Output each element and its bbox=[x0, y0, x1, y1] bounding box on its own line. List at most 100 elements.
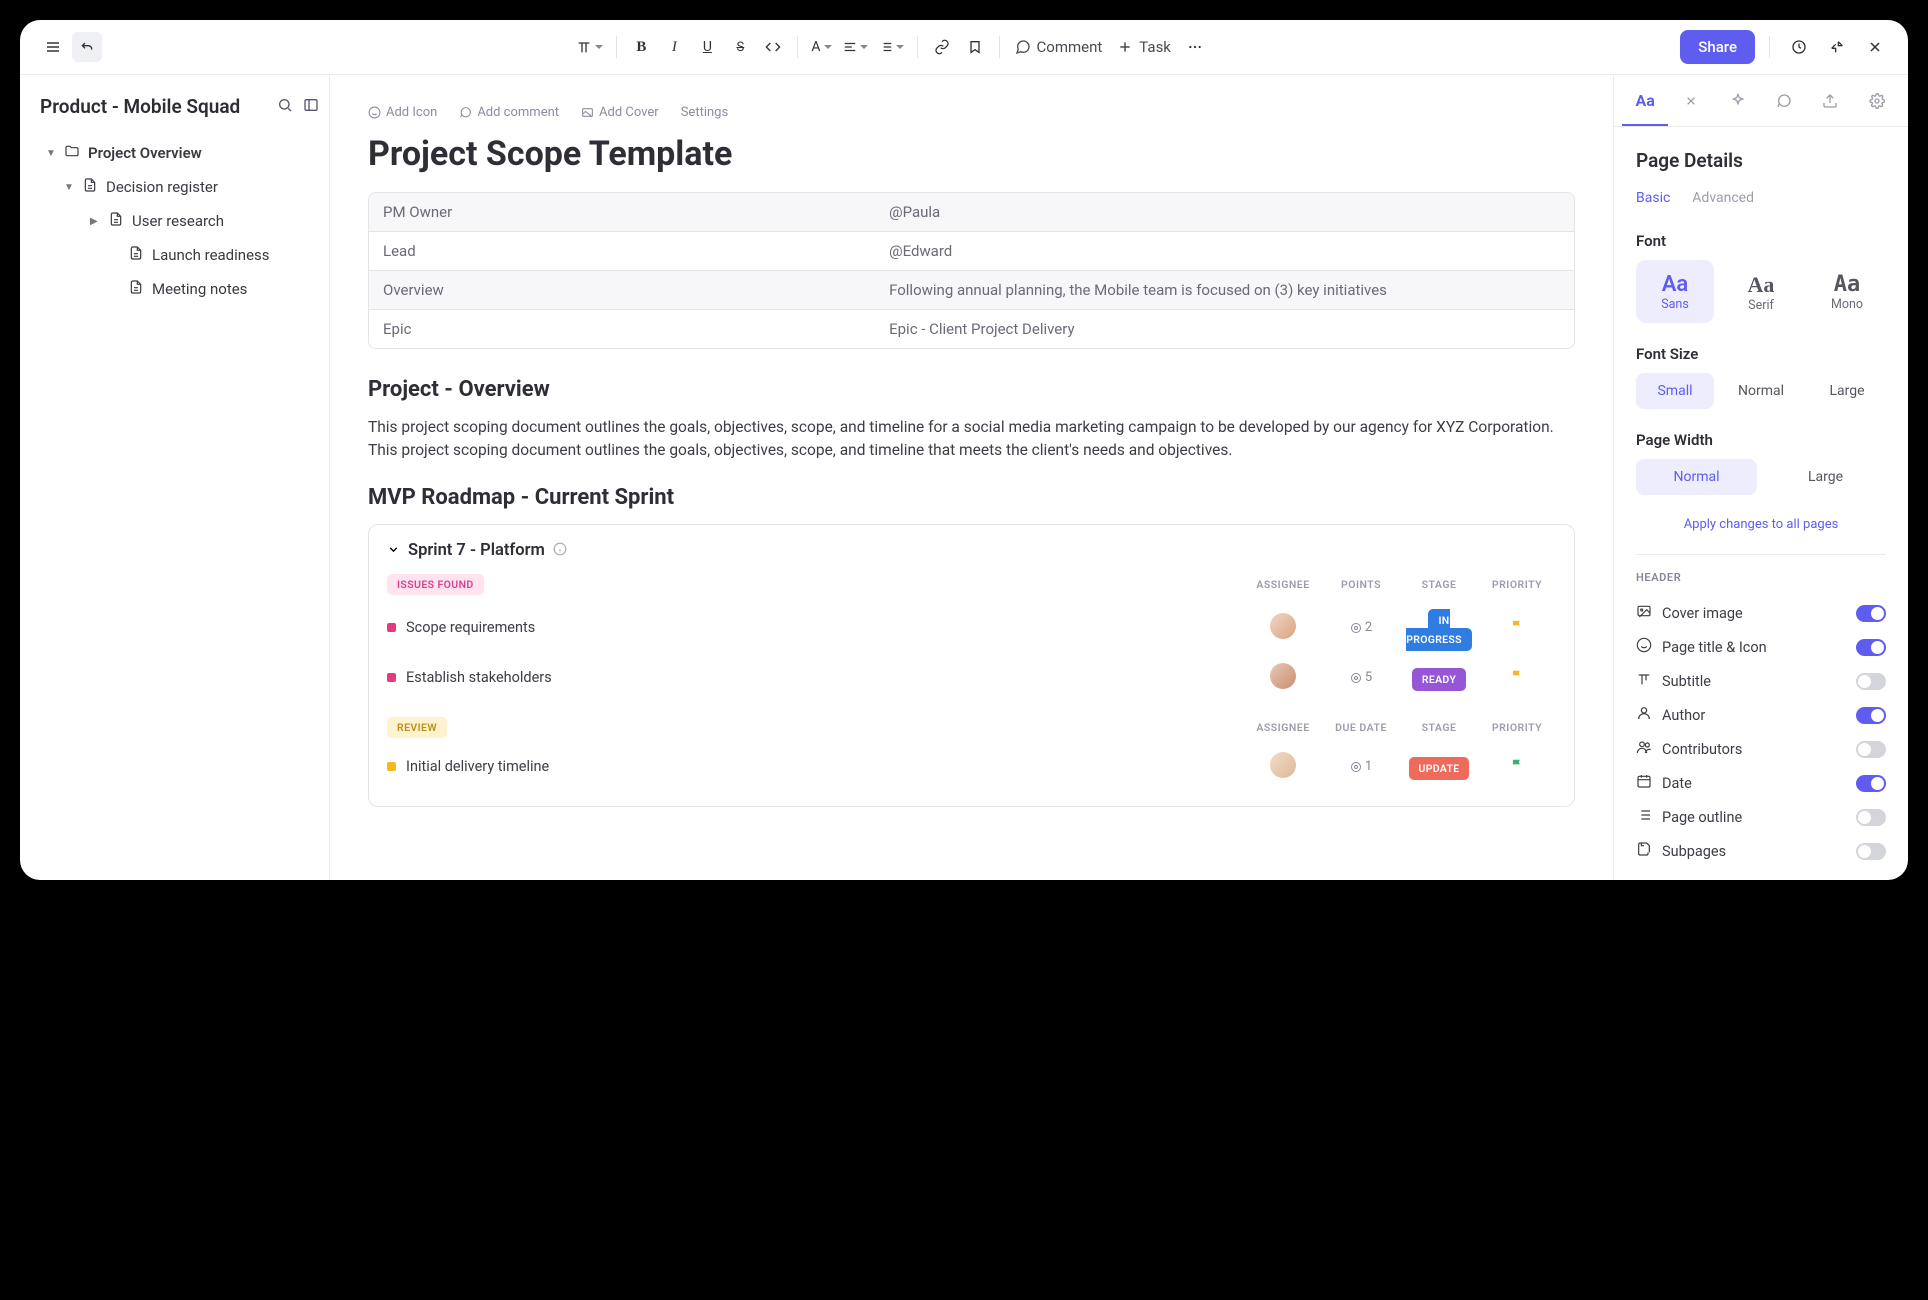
subtab-basic[interactable]: Basic bbox=[1636, 190, 1670, 210]
italic-button[interactable]: I bbox=[659, 32, 689, 62]
sprint-card: Sprint 7 - Platform ISSUES FOUNDASSIGNEE… bbox=[368, 524, 1575, 807]
text-color-dropdown[interactable]: A bbox=[807, 32, 835, 62]
info-key: PM Owner bbox=[369, 193, 875, 231]
avatar[interactable] bbox=[1270, 752, 1296, 778]
app-frame: B I U S A Comment Task bbox=[20, 20, 1908, 880]
toggle-switch[interactable] bbox=[1856, 843, 1886, 860]
info-row[interactable]: Lead@Edward bbox=[369, 232, 1574, 271]
points-cell: 1 bbox=[1322, 759, 1400, 774]
header-section-label: HEADER bbox=[1636, 571, 1886, 584]
share-button[interactable]: Share bbox=[1680, 30, 1755, 64]
toggle-switch[interactable] bbox=[1856, 639, 1886, 656]
chevron-down-icon[interactable]: ▼ bbox=[46, 148, 56, 159]
apply-all-link[interactable]: Apply changes to all pages bbox=[1636, 517, 1886, 532]
strikethrough-button[interactable]: S bbox=[725, 32, 755, 62]
toggle-switch[interactable] bbox=[1856, 707, 1886, 724]
tab-comments[interactable] bbox=[1761, 75, 1807, 126]
size-option-normal[interactable]: Normal bbox=[1722, 373, 1800, 409]
comment-button[interactable]: Comment bbox=[1009, 34, 1109, 60]
tab-relations[interactable] bbox=[1668, 75, 1714, 126]
history-icon[interactable] bbox=[1784, 32, 1814, 62]
font-option-sans[interactable]: AaSans bbox=[1636, 260, 1714, 323]
flag-icon[interactable] bbox=[1478, 618, 1556, 637]
user-icon bbox=[1636, 705, 1652, 725]
overview-paragraph[interactable]: This project scoping document outlines t… bbox=[368, 416, 1575, 463]
list-dropdown[interactable] bbox=[875, 32, 908, 62]
info-row[interactable]: PM Owner@Paula bbox=[369, 193, 1574, 232]
tree-item-3[interactable]: Launch readiness bbox=[40, 238, 319, 272]
settings-link[interactable]: Settings bbox=[681, 105, 728, 120]
toggle-switch[interactable] bbox=[1856, 673, 1886, 690]
toggle-row-date: Date bbox=[1636, 766, 1886, 800]
undo-button[interactable] bbox=[72, 32, 102, 62]
task-row[interactable]: Initial delivery timeline 1UPDATE bbox=[387, 744, 1556, 790]
page-title[interactable]: Project Scope Template bbox=[368, 134, 1575, 174]
tree-item-label: Meeting notes bbox=[152, 280, 247, 298]
tree-item-2[interactable]: ▶User research bbox=[40, 204, 319, 238]
menu-icon[interactable] bbox=[38, 32, 68, 62]
font-label: Font bbox=[1636, 232, 1886, 250]
bookmark-button[interactable] bbox=[960, 32, 990, 62]
search-icon[interactable] bbox=[277, 97, 293, 117]
subtab-advanced[interactable]: Advanced bbox=[1692, 190, 1754, 210]
toggle-switch[interactable] bbox=[1856, 605, 1886, 622]
group-label: REVIEW bbox=[387, 717, 447, 738]
font-option-mono[interactable]: AaMono bbox=[1808, 260, 1886, 323]
width-option-normal[interactable]: Normal bbox=[1636, 459, 1757, 495]
tab-text[interactable]: Aa bbox=[1622, 75, 1668, 126]
chevron-down-icon[interactable] bbox=[387, 541, 400, 560]
flag-icon[interactable] bbox=[1478, 757, 1556, 776]
collapse-icon[interactable] bbox=[1822, 32, 1852, 62]
column-header: STAGE bbox=[1400, 721, 1478, 734]
width-option-large[interactable]: Large bbox=[1765, 459, 1886, 495]
align-dropdown[interactable] bbox=[839, 32, 872, 62]
info-row[interactable]: EpicEpic - Client Project Delivery bbox=[369, 310, 1574, 348]
flag-icon[interactable] bbox=[1478, 668, 1556, 687]
text-style-dropdown[interactable] bbox=[572, 32, 607, 62]
comment-label: Comment bbox=[1037, 38, 1103, 56]
code-button[interactable] bbox=[758, 32, 788, 62]
column-header: PRIORITY bbox=[1478, 578, 1556, 591]
toggle-switch[interactable] bbox=[1856, 809, 1886, 826]
tab-settings[interactable] bbox=[1854, 75, 1900, 126]
text-icon bbox=[1636, 671, 1652, 691]
chevron-right-icon[interactable]: ▶ bbox=[90, 216, 100, 227]
close-icon[interactable] bbox=[1860, 32, 1890, 62]
stage-pill[interactable]: READY bbox=[1412, 668, 1466, 691]
stage-pill[interactable]: IN PROGRESS bbox=[1406, 609, 1472, 651]
column-header: PRIORITY bbox=[1478, 721, 1556, 734]
page-icon bbox=[82, 177, 98, 197]
info-value: @Paula bbox=[875, 193, 1574, 231]
toggle-switch[interactable] bbox=[1856, 741, 1886, 758]
status-square bbox=[387, 623, 396, 632]
collapse-sidebar-icon[interactable] bbox=[303, 97, 319, 117]
add-cover-button[interactable]: Add Cover bbox=[581, 105, 659, 120]
points-cell: 5 bbox=[1322, 670, 1400, 685]
more-icon[interactable] bbox=[1180, 32, 1210, 62]
size-option-small[interactable]: Small bbox=[1636, 373, 1714, 409]
tab-export[interactable] bbox=[1807, 75, 1853, 126]
avatar[interactable] bbox=[1270, 613, 1296, 639]
info-row[interactable]: OverviewFollowing annual planning, the M… bbox=[369, 271, 1574, 310]
info-icon[interactable] bbox=[553, 541, 567, 560]
tree-item-label: Launch readiness bbox=[152, 246, 270, 264]
font-option-serif[interactable]: AaSerif bbox=[1722, 260, 1800, 323]
underline-button[interactable]: U bbox=[692, 32, 722, 62]
task-row[interactable]: Establish stakeholders 5READY bbox=[387, 655, 1556, 701]
bold-button[interactable]: B bbox=[626, 32, 656, 62]
toggle-switch[interactable] bbox=[1856, 775, 1886, 792]
add-icon-button[interactable]: Add Icon bbox=[368, 105, 437, 120]
size-option-large[interactable]: Large bbox=[1808, 373, 1886, 409]
task-button[interactable]: Task bbox=[1111, 34, 1177, 60]
avatar[interactable] bbox=[1270, 663, 1296, 689]
tab-ai[interactable] bbox=[1715, 75, 1761, 126]
link-button[interactable] bbox=[927, 32, 957, 62]
tree-item-0[interactable]: ▼Project Overview bbox=[40, 136, 319, 170]
add-comment-button[interactable]: Add comment bbox=[459, 105, 559, 120]
tree-item-4[interactable]: Meeting notes bbox=[40, 272, 319, 306]
column-header: STAGE bbox=[1400, 578, 1478, 591]
stage-pill[interactable]: UPDATE bbox=[1409, 757, 1470, 780]
chevron-down-icon[interactable]: ▼ bbox=[64, 182, 74, 193]
tree-item-1[interactable]: ▼Decision register bbox=[40, 170, 319, 204]
task-row[interactable]: Scope requirements 2IN PROGRESS bbox=[387, 601, 1556, 655]
